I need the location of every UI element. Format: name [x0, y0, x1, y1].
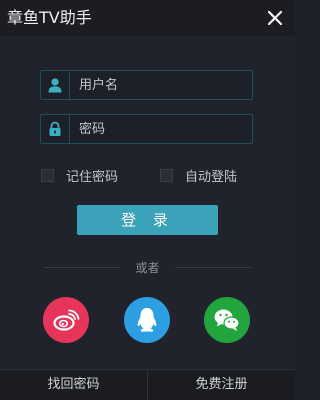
user-icon [48, 78, 62, 93]
remember-password-label: 记住密码 [66, 169, 119, 185]
remember-password-option[interactable]: 记住密码 [41, 166, 119, 185]
weibo-login-button[interactable] [43, 297, 89, 343]
register-button[interactable]: 免费注册 [148, 370, 295, 400]
window-title: 章鱼TV助手 [7, 8, 92, 27]
close-button[interactable] [263, 6, 287, 30]
qq-login-button[interactable] [124, 297, 170, 343]
password-field[interactable] [40, 114, 253, 144]
login-button[interactable]: 登 录 [77, 205, 218, 235]
divider-right [175, 267, 251, 268]
weibo-icon [53, 309, 80, 331]
wechat-login-button[interactable] [204, 297, 250, 343]
remember-password-checkbox[interactable] [41, 168, 54, 182]
recover-password-button[interactable]: 找回密码 [0, 370, 147, 400]
footer-bar: 找回密码 免费注册 [0, 369, 295, 400]
close-icon [267, 10, 283, 26]
auto-login-checkbox[interactable] [160, 168, 173, 182]
login-window: 章鱼TV助手 记住密码 [0, 0, 295, 400]
user-icon-cell [41, 71, 70, 99]
username-field[interactable] [40, 70, 253, 100]
auto-login-option[interactable]: 自动登陆 [160, 166, 238, 185]
qq-icon [137, 308, 157, 332]
lock-icon [49, 121, 61, 136]
wechat-icon [214, 309, 240, 331]
password-input[interactable] [79, 115, 249, 143]
lock-icon-cell [41, 115, 70, 143]
title-bar: 章鱼TV助手 [0, 0, 295, 36]
auto-login-label: 自动登陆 [185, 169, 238, 185]
username-input[interactable] [79, 71, 249, 99]
